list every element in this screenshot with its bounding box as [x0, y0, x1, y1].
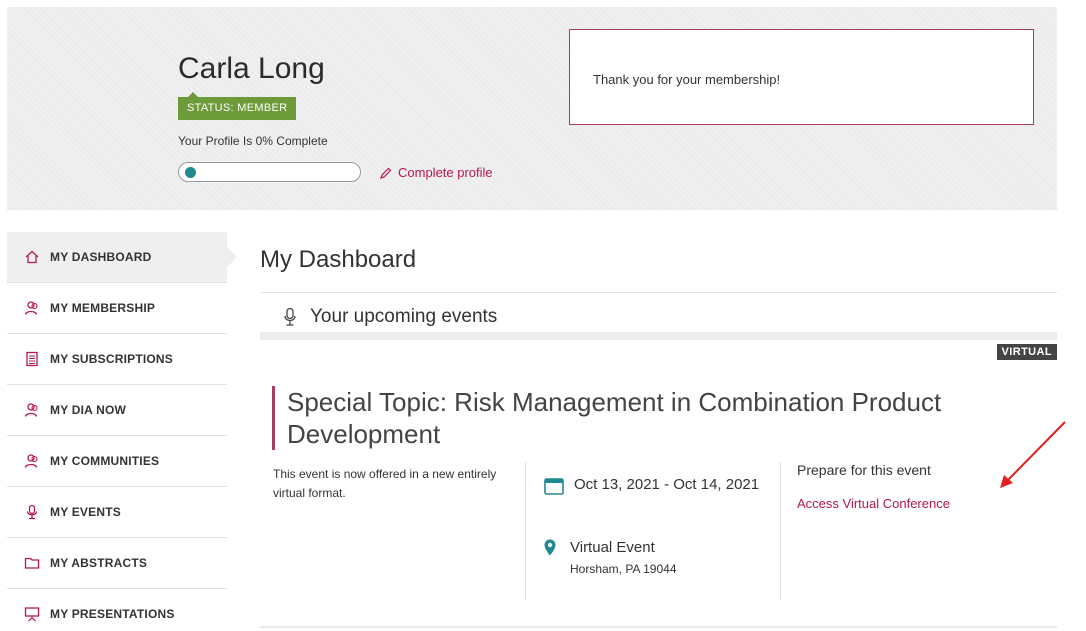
- divider: [260, 292, 1057, 293]
- sidebar-item-label: MY ABSTRACTS: [50, 556, 148, 570]
- divider: [780, 462, 781, 600]
- sidebar-item-my-presentations[interactable]: MY PRESENTATIONS: [7, 589, 227, 631]
- presentation-icon: [24, 606, 40, 622]
- calendar-icon: [544, 478, 564, 495]
- home-icon: [24, 249, 40, 265]
- event-location: Virtual Event Horsham, PA 19044: [544, 539, 677, 576]
- sidebar-item-label: MY DIA NOW: [50, 403, 126, 417]
- access-virtual-conference-link[interactable]: Access Virtual Conference: [797, 496, 950, 511]
- page-title: My Dashboard: [260, 246, 417, 273]
- folder-icon: [24, 555, 40, 571]
- divider: [260, 332, 1057, 340]
- profile-completion-text: Your Profile Is 0% Complete: [178, 134, 328, 148]
- divider: [260, 626, 1057, 628]
- membership-message-box: Thank you for your membership!: [569, 29, 1034, 125]
- members-icon: [24, 300, 40, 316]
- progress-indicator: [185, 167, 196, 178]
- sidebar-item-label: MY MEMBERSHIP: [50, 301, 156, 315]
- event-date-range: Oct 13, 2021 - Oct 14, 2021: [574, 476, 760, 493]
- upcoming-events-heading: Your upcoming events: [282, 306, 497, 328]
- sidebar-item-my-dashboard[interactable]: MY DASHBOARD: [7, 232, 237, 283]
- event-description: This event is now offered in a new entir…: [273, 467, 497, 500]
- sidebar: MY DASHBOARD MY MEMBERSHIP MY SUBSCRIPTI…: [7, 232, 237, 631]
- sidebar-item-label: MY COMMUNITIES: [50, 454, 160, 468]
- microphone-icon: [24, 504, 40, 520]
- sidebar-item-my-events[interactable]: MY EVENTS: [7, 487, 227, 538]
- sidebar-item-my-dia-now[interactable]: MY DIA NOW: [7, 385, 227, 436]
- status-badge: STATUS: MEMBER: [178, 92, 297, 120]
- profile-progress-bar: [178, 162, 361, 182]
- microphone-icon: [284, 307, 296, 326]
- document-icon: [24, 351, 40, 367]
- members-icon: [24, 453, 40, 469]
- sidebar-item-label: MY PRESENTATIONS: [50, 607, 175, 621]
- sidebar-item-label: MY SUBSCRIPTIONS: [50, 352, 173, 366]
- complete-profile-label: Complete profile: [398, 165, 493, 180]
- location-name: Virtual Event: [570, 539, 655, 556]
- sidebar-item-my-communities[interactable]: MY COMMUNITIES: [7, 436, 227, 487]
- pencil-icon: [380, 167, 392, 179]
- section-title: Your upcoming events: [310, 306, 498, 327]
- map-pin-icon: [544, 539, 556, 556]
- sidebar-item-my-subscriptions[interactable]: MY SUBSCRIPTIONS: [7, 334, 227, 385]
- event-title[interactable]: Special Topic: Risk Management in Combin…: [272, 386, 972, 450]
- event-dates: Oct 13, 2021 - Oct 14, 2021: [544, 477, 764, 495]
- sidebar-item-label: MY DASHBOARD: [50, 250, 152, 264]
- divider: [525, 462, 526, 600]
- members-icon: [24, 402, 40, 418]
- annotation-arrow-icon: [1000, 421, 1066, 488]
- virtual-badge: VIRTUAL: [996, 344, 1057, 360]
- location-address: Horsham, PA 19044: [570, 562, 677, 576]
- complete-profile-link[interactable]: Complete profile: [380, 165, 493, 180]
- prepare-label: Prepare for this event: [797, 462, 931, 478]
- sidebar-item-label: MY EVENTS: [50, 505, 121, 519]
- sidebar-item-my-membership[interactable]: MY MEMBERSHIP: [7, 283, 227, 334]
- sidebar-item-my-abstracts[interactable]: MY ABSTRACTS: [7, 538, 227, 589]
- profile-name: Carla Long: [178, 52, 325, 85]
- membership-message: Thank you for your membership!: [593, 72, 781, 87]
